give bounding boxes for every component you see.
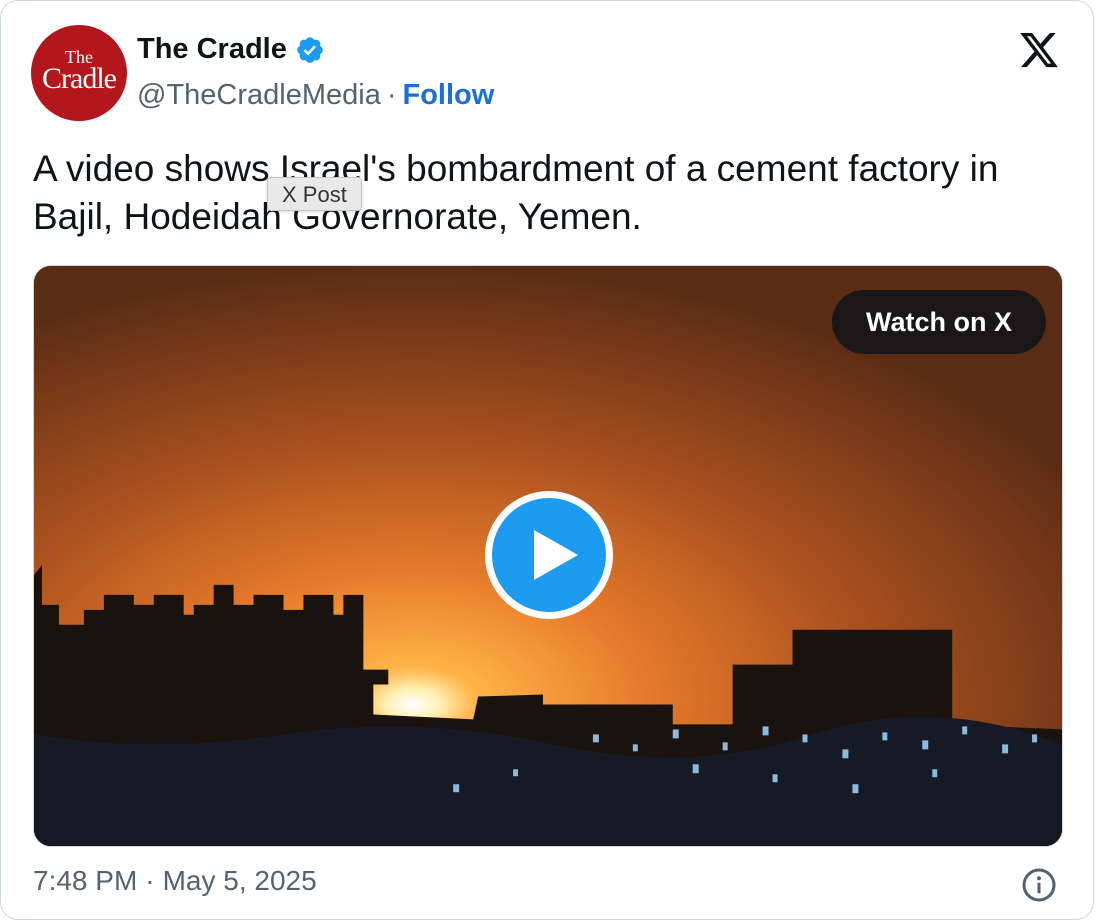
author-name-row: The Cradle: [137, 33, 325, 66]
watch-on-x-button[interactable]: Watch on X: [832, 290, 1046, 354]
play-icon[interactable]: [482, 488, 616, 622]
handle-separator: ·: [386, 79, 397, 111]
video-player[interactable]: Watch on X: [33, 265, 1063, 847]
tweet-date: May 5, 2025: [162, 865, 317, 896]
author-handle[interactable]: @TheCradleMedia: [137, 79, 381, 112]
x-logo-icon[interactable]: [1017, 29, 1061, 71]
tweet-timestamp[interactable]: 7:48 PM · May 5, 2025: [33, 865, 317, 897]
tweet-time: 7:48 PM: [33, 865, 138, 896]
avatar[interactable]: The Cradle: [31, 25, 127, 121]
tweet-text: A video shows Israel's bombardment of a …: [33, 148, 999, 237]
author-handle-row: @TheCradleMedia · Follow: [137, 79, 494, 112]
verified-badge-icon: [297, 36, 323, 63]
tooltip: X Post: [267, 177, 362, 211]
timestamp-separator: ·: [145, 865, 155, 896]
author-name[interactable]: The Cradle: [137, 33, 287, 66]
avatar-logo-main: Cradle: [42, 62, 117, 95]
follow-button[interactable]: Follow: [403, 79, 495, 112]
info-icon[interactable]: [1021, 867, 1057, 903]
tweet-card: The Cradle The Cradle @TheCradleMedia · …: [0, 0, 1094, 920]
